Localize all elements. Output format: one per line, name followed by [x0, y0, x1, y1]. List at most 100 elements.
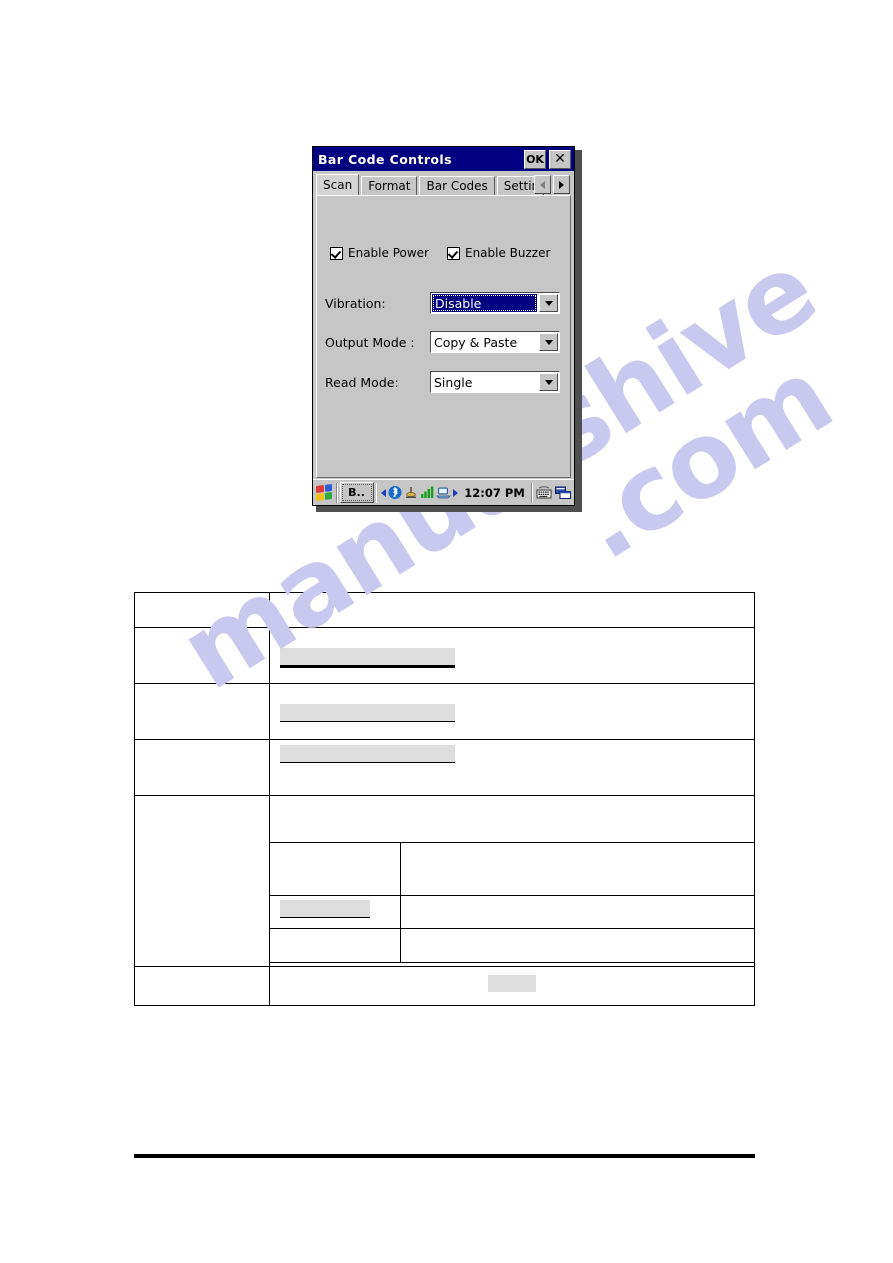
tab-scroll-buttons: [534, 175, 570, 194]
read-mode-row: Read Mode: Single: [325, 371, 560, 393]
ok-button[interactable]: OK: [524, 149, 546, 169]
taskbar: B.. 12:07 PM: [313, 479, 574, 505]
redacted-block-wrap: [270, 696, 754, 722]
task-button-b[interactable]: B..: [339, 482, 374, 503]
cell-text: [135, 967, 269, 979]
checkbox-row: Enable Power Enable Buzzer: [330, 246, 568, 260]
read-mode-dropdown[interactable]: Single: [430, 371, 560, 393]
bluetooth-icon[interactable]: [388, 485, 402, 500]
tab-scroll-left-button[interactable]: [534, 175, 551, 194]
spec-table: [134, 592, 755, 1006]
cell-text: [135, 684, 269, 696]
table-row: [270, 842, 754, 896]
table-cell-value: [400, 895, 754, 929]
triangle-right-icon: [559, 180, 564, 189]
tab-scan[interactable]: Scan: [316, 174, 360, 195]
tab-scroll-right-button[interactable]: [553, 175, 570, 194]
cell-text: [401, 896, 754, 908]
table-cell-nested: [269, 795, 755, 967]
enable-power-label: Enable Power: [348, 246, 429, 260]
cell-text: [401, 843, 754, 855]
read-mode-value: Single: [434, 374, 473, 390]
table-cell-value: [269, 592, 755, 628]
tab-bar-codes[interactable]: Bar Codes: [419, 176, 495, 195]
table-cell-value: [269, 683, 755, 740]
chevron-down-icon[interactable]: [539, 373, 558, 391]
redacted-block-wrap: [270, 740, 754, 763]
system-tray: [379, 485, 460, 500]
page-root: { "watermark": { "part1": "manualshive",…: [0, 0, 893, 1263]
start-button[interactable]: [315, 482, 334, 504]
table-cell-label: [134, 627, 270, 684]
redacted-block-wrap: [270, 967, 754, 1005]
table-cell-label: [134, 795, 270, 967]
antenna-icon[interactable]: [404, 485, 418, 500]
close-icon[interactable]: ✕: [549, 149, 571, 169]
redacted-block-wrap: [270, 896, 400, 918]
cell-text: [135, 593, 269, 605]
table-row: [134, 966, 755, 1006]
cell-text: [270, 929, 400, 941]
enable-power-checkbox[interactable]: [330, 246, 343, 260]
cell-text: [270, 628, 754, 640]
nested-header-area: [270, 796, 754, 842]
table-cell-label: [270, 928, 401, 963]
window-title: Bar Code Controls: [318, 151, 452, 167]
scan-tab-page: Enable Power Enable Buzzer Vibration: Di…: [316, 195, 571, 478]
enable-buzzer-checkbox[interactable]: [446, 246, 460, 260]
vibration-row: Vibration: Disable: [325, 292, 560, 314]
output-mode-row: Output Mode : Copy & Paste: [325, 331, 560, 353]
output-mode-label: Output Mode :: [325, 334, 415, 350]
table-row: [270, 895, 754, 929]
redacted-block: [280, 648, 455, 668]
table-cell-label: [134, 592, 270, 628]
keyboard-icon: [536, 485, 552, 498]
chevron-down-icon[interactable]: [539, 294, 558, 312]
redacted-block: [280, 900, 370, 918]
bar-code-controls-window: Bar Code Controls OK ✕ Scan Format Bar C…: [312, 146, 575, 506]
signal-bars-icon[interactable]: [420, 485, 434, 500]
cell-text: [135, 796, 269, 808]
chevron-down-icon[interactable]: [539, 333, 558, 351]
table-row: [134, 627, 755, 684]
table-cell-label: [134, 683, 270, 740]
cell-text: [270, 593, 754, 605]
vibration-value: Disable: [432, 294, 537, 312]
taskbar-divider: [530, 482, 533, 503]
desktop-windows-icon: [554, 486, 571, 499]
network-pc-icon[interactable]: [436, 485, 452, 500]
table-cell-label: [270, 895, 401, 929]
sip-button[interactable]: [535, 482, 554, 504]
redacted-block: [280, 704, 455, 722]
taskbar-divider: [335, 482, 338, 503]
table-row: [134, 683, 755, 740]
vibration-dropdown[interactable]: Disable: [430, 292, 560, 314]
redacted-block: [280, 745, 455, 763]
tab-strip: Scan Format Bar Codes Setting: [313, 173, 574, 195]
cell-text: [401, 929, 754, 941]
footer-rule: [134, 1154, 755, 1158]
taskbar-clock[interactable]: 12:07 PM: [460, 486, 528, 500]
triangle-left-icon[interactable]: [381, 488, 387, 497]
triangle-right-icon[interactable]: [453, 488, 459, 497]
output-mode-dropdown[interactable]: Copy & Paste: [430, 331, 560, 353]
table-cell-value: [400, 842, 754, 896]
table-cell-value: [269, 627, 755, 684]
table-row: [134, 739, 755, 796]
window-titlebar: Bar Code Controls OK ✕: [313, 147, 574, 171]
table-cell-value: [269, 966, 755, 1006]
table-row-nested: [134, 795, 755, 967]
tab-format[interactable]: Format: [361, 176, 418, 195]
table-row: [134, 592, 755, 628]
cell-text: [135, 740, 269, 752]
table-cell-value: [269, 739, 755, 796]
redacted-block: [488, 975, 536, 992]
cell-text: [270, 796, 754, 808]
show-desktop-button[interactable]: [553, 482, 572, 504]
read-mode-label: Read Mode:: [325, 374, 399, 390]
table-cell-label: [270, 842, 401, 896]
vibration-label: Vibration:: [325, 295, 386, 311]
enable-buzzer-label: Enable Buzzer: [464, 246, 551, 260]
cell-text: [270, 763, 754, 775]
output-mode-value: Copy & Paste: [434, 334, 518, 350]
